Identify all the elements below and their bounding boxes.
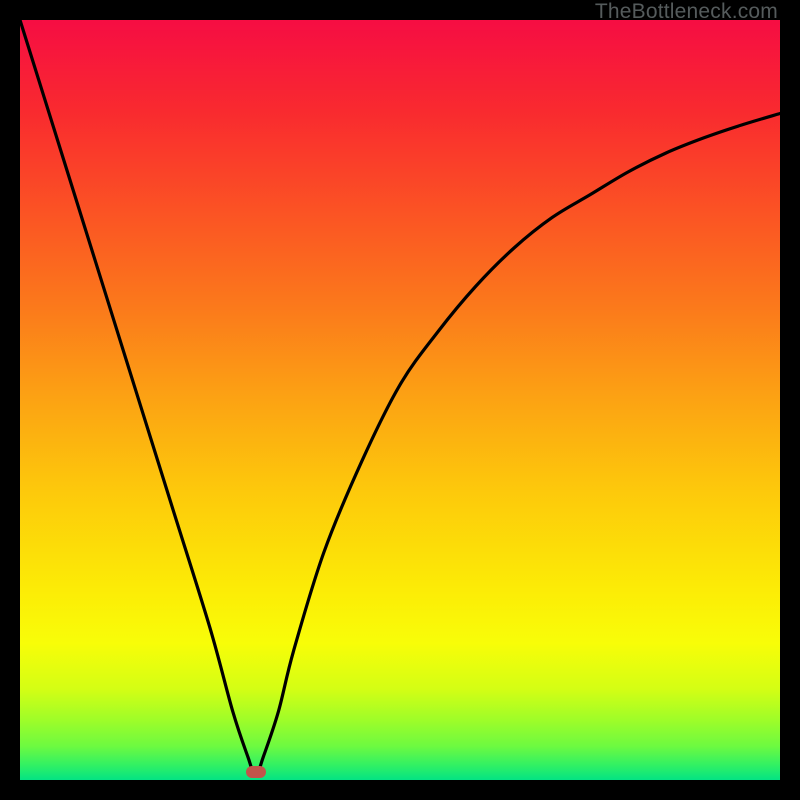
plot-area: [20, 20, 780, 780]
bottleneck-curve: [20, 20, 780, 780]
optimal-point-marker: [246, 766, 266, 778]
chart-frame: TheBottleneck.com: [0, 0, 800, 800]
